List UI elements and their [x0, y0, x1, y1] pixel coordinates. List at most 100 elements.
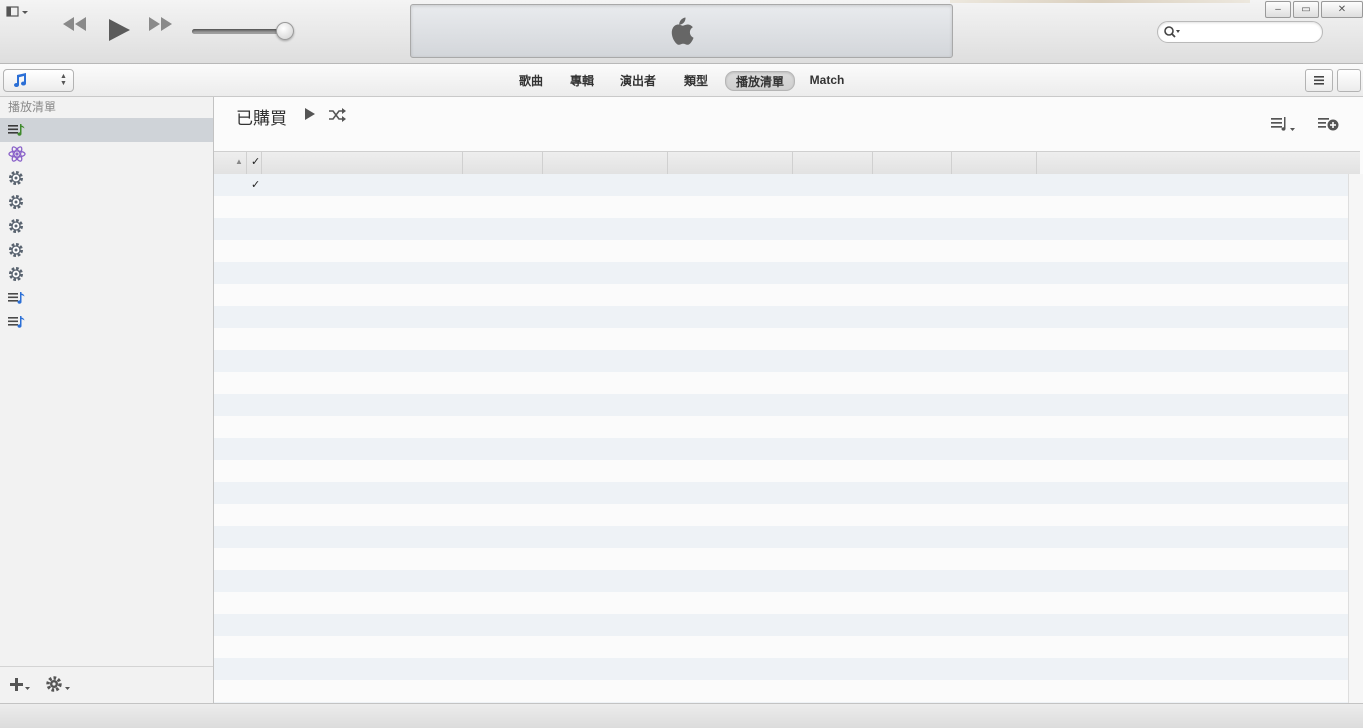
restore-button[interactable]: ▭ — [1293, 1, 1319, 18]
smart-playlist-gear-icon — [9, 195, 23, 209]
column-divider — [951, 152, 952, 174]
empty-table-row — [214, 306, 1348, 328]
window-top-edge — [950, 0, 1250, 3]
sidebar-item-playlist[interactable] — [0, 286, 213, 310]
empty-table-row — [214, 262, 1348, 284]
now-playing-display — [410, 4, 953, 58]
empty-table-row — [214, 438, 1348, 460]
empty-table-row — [214, 570, 1348, 592]
empty-table-row — [214, 460, 1348, 482]
tab-genres[interactable]: 類型 — [679, 72, 713, 88]
empty-table-row — [214, 328, 1348, 350]
empty-table-row — [214, 636, 1348, 658]
rewind-button[interactable] — [60, 14, 88, 37]
sidebar-item-smart-playlist[interactable] — [0, 166, 213, 190]
volume-slider[interactable] — [192, 29, 284, 34]
empty-table-row — [214, 372, 1348, 394]
play-button[interactable] — [106, 18, 132, 45]
vertical-scrollbar[interactable] — [1348, 174, 1363, 703]
add-to-playlist-icon[interactable] — [1318, 116, 1342, 134]
sidebar-footer — [0, 666, 213, 704]
sidebar-item-smart-playlist[interactable] — [0, 190, 213, 214]
search-input[interactable] — [1182, 24, 1316, 41]
empty-table-row — [214, 196, 1348, 218]
track-list-header[interactable]: ▲ ✓ — [214, 151, 1360, 175]
empty-table-row — [214, 482, 1348, 504]
column-divider — [462, 152, 463, 174]
tab-albums[interactable]: 專輯 — [565, 72, 599, 88]
empty-table-row — [214, 592, 1348, 614]
column-divider — [667, 152, 668, 174]
sort-playlist-icon[interactable] — [1271, 116, 1297, 134]
sort-ascending-icon[interactable]: ▲ — [235, 157, 243, 166]
list-menu-icon — [1314, 76, 1324, 85]
smart-playlist-gear-icon — [9, 267, 23, 281]
tab-artists[interactable]: 演出者 — [617, 72, 659, 88]
empty-table-row — [214, 240, 1348, 262]
settings-gear-icon[interactable] — [46, 676, 72, 694]
navigation-bar: ▲ ▼ 歌曲 專輯 演出者 類型 播放清單 Match — [0, 64, 1363, 97]
apple-logo-icon — [671, 17, 694, 45]
search-box[interactable] — [1157, 21, 1323, 43]
table-row[interactable]: ✓ — [214, 174, 1348, 196]
playlist-view: 已購買 ▲ ✓ ✓ — [214, 97, 1363, 703]
tab-songs[interactable]: 歌曲 — [514, 72, 548, 88]
status-bar — [0, 703, 1363, 728]
column-divider — [792, 152, 793, 174]
playlist-green-icon — [8, 124, 25, 136]
tab-match[interactable]: Match — [806, 72, 848, 88]
sidebar-item-genius[interactable] — [0, 142, 213, 166]
playlist-blue-icon — [8, 292, 25, 304]
smart-playlist-gear-icon — [9, 243, 23, 257]
empty-table-row — [214, 548, 1348, 570]
sidebar-header: 播放清單 — [8, 100, 57, 114]
empty-table-row — [214, 218, 1348, 240]
player-toolbar: – ▭ ✕ — [0, 0, 1363, 64]
smart-playlist-gear-icon — [9, 219, 23, 233]
view-options-button[interactable] — [1305, 69, 1333, 92]
smart-playlist-gear-icon — [9, 171, 23, 185]
sidebar: 播放清單 — [0, 97, 214, 703]
empty-table-row — [214, 350, 1348, 372]
empty-table-row — [214, 504, 1348, 526]
sidebar-item-purchased[interactable] — [0, 118, 213, 142]
sidebar-item-smart-playlist[interactable] — [0, 238, 213, 262]
empty-table-row — [214, 614, 1348, 636]
fast-forward-icon — [149, 17, 172, 31]
tab-playlists[interactable]: 播放清單 — [725, 71, 795, 91]
sidebar-toggle-button[interactable] — [6, 5, 32, 19]
sidebar-item-smart-playlist[interactable] — [0, 262, 213, 286]
empty-table-row — [214, 526, 1348, 548]
column-divider — [246, 152, 247, 174]
fast-forward-button[interactable] — [147, 14, 175, 37]
track-checkbox[interactable]: ✓ — [251, 178, 260, 191]
sidebar-item-smart-playlist[interactable] — [0, 214, 213, 238]
column-divider — [261, 152, 262, 174]
empty-table-row — [214, 658, 1348, 680]
library-tabs: 歌曲 專輯 演出者 類型 播放清單 Match — [0, 64, 1363, 96]
empty-table-row — [214, 284, 1348, 306]
empty-table-row — [214, 416, 1348, 438]
shuffle-icon[interactable] — [328, 108, 348, 122]
volume-slider-knob[interactable] — [276, 22, 294, 40]
search-icon — [1164, 26, 1180, 38]
column-divider — [542, 152, 543, 174]
play-playlist-icon[interactable] — [303, 107, 317, 121]
playlist-blue-icon — [8, 316, 25, 328]
rewind-icon — [63, 17, 86, 31]
track-list: ✓ — [214, 174, 1348, 703]
sidebar-toggle-icon — [6, 6, 28, 17]
empty-table-row — [214, 394, 1348, 416]
empty-table-row — [214, 680, 1348, 702]
close-button[interactable]: ✕ — [1321, 1, 1363, 18]
add-icon[interactable] — [10, 677, 32, 693]
header-check-column[interactable]: ✓ — [251, 155, 260, 168]
playlist-title: 已購買 — [236, 109, 287, 128]
sidebar-item-playlist[interactable] — [0, 310, 213, 334]
window-controls: – ▭ ✕ — [1265, 1, 1363, 19]
column-divider — [1036, 152, 1037, 174]
column-divider — [872, 152, 873, 174]
minimize-button[interactable]: – — [1265, 1, 1291, 18]
play-icon — [109, 19, 130, 41]
itunes-store-button[interactable] — [1337, 69, 1361, 92]
